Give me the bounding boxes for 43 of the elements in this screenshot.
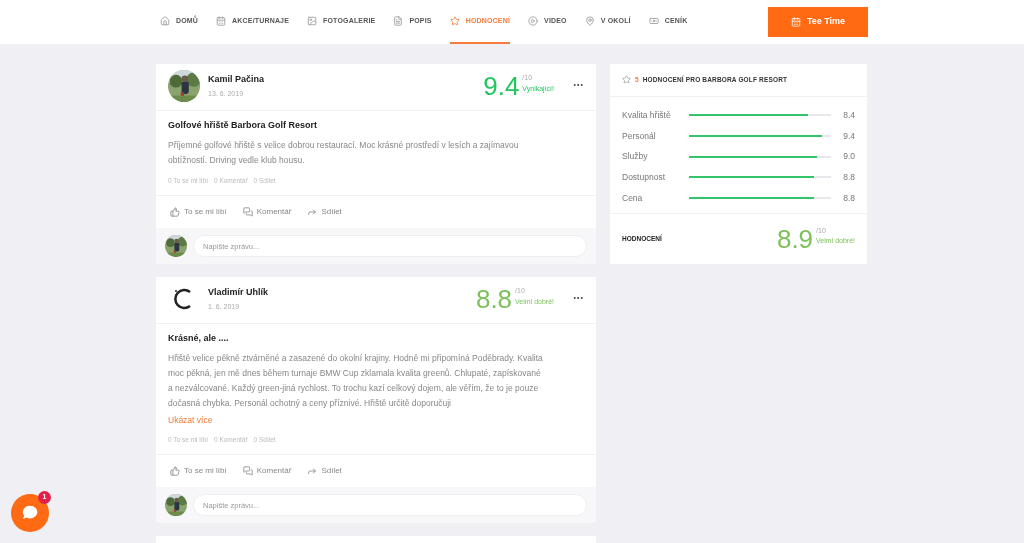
map-pin-icon: [584, 16, 595, 26]
action-button[interactable]: Sdílet: [307, 465, 342, 478]
image-icon: [307, 16, 318, 26]
review-title: Krásné, ale ....: [168, 332, 230, 346]
review-text: Příjemné golfové hřiště s velice dobrou restaurací. Moc krásné prostředí v lesích a zajímavou obtížností. Driving vedle klub housu.: [168, 138, 520, 167]
calendar-icon: [790, 17, 801, 27]
category-score: 8.8: [843, 171, 855, 184]
comment-icon: [242, 207, 253, 218]
home-icon: [160, 16, 170, 26]
thumbs-up-icon: [170, 466, 180, 477]
review-text: Hřiště velice pěkně ztvárněné a zasazené do okolní krajiny. Hodně mi připomíná Poděbrady. Kvalita moc pěkná, jen mě dnes během turnaje BMW Cup zklamala kvalita greenů. Chlupaté, zapískované a nezválcované. Každý green-jiná rychlost. To trochu kazí celkový dojem, ale věřím, že to je pouze dočasná chybka. Personál ochotný a ceny příznivé. Hřiště určitě doporučuji: [168, 351, 544, 410]
review-title: Golfové hřiště Barbora Golf Resort: [168, 119, 319, 132]
author-name[interactable]: Vladimír Uhlík: [208, 285, 269, 300]
category-score: 9.0: [843, 150, 855, 163]
chat-button[interactable]: [11, 494, 49, 532]
calendar-icon: [216, 16, 227, 26]
comment-icon: [242, 466, 253, 477]
star-icon: [622, 75, 631, 85]
rating-score: 9.4: [483, 73, 520, 99]
category-label: Personál: [622, 129, 657, 143]
action-button[interactable]: Sdílet: [307, 206, 342, 219]
action-button[interactable]: Komentář: [242, 465, 292, 478]
action-button[interactable]: Komentář: [242, 206, 292, 219]
star-icon: [449, 16, 460, 26]
action-button[interactable]: To se mi líbí: [170, 465, 227, 478]
category-label: Dostupnost: [622, 171, 666, 184]
document-icon: [393, 16, 404, 26]
share-icon: [307, 207, 318, 218]
category-label: Cena: [622, 191, 644, 205]
total-score: 8.9: [776, 225, 814, 252]
action-button[interactable]: To se mi líbí: [170, 206, 227, 219]
chat-icon: [21, 504, 39, 522]
category-score: 8.4: [843, 108, 855, 122]
author-name[interactable]: Kamil Pačina: [208, 72, 265, 86]
thumbs-up-icon: [170, 207, 180, 218]
category-score: 9.4: [843, 129, 855, 143]
rating-score: 8.8: [475, 286, 513, 313]
category-label: Kvalita hřiště: [622, 108, 672, 122]
category-score: 8.8: [843, 191, 855, 205]
play-icon: [528, 16, 539, 26]
category-label: Služby: [622, 150, 649, 163]
share-icon: [307, 466, 318, 477]
banknote-icon: [648, 16, 659, 26]
